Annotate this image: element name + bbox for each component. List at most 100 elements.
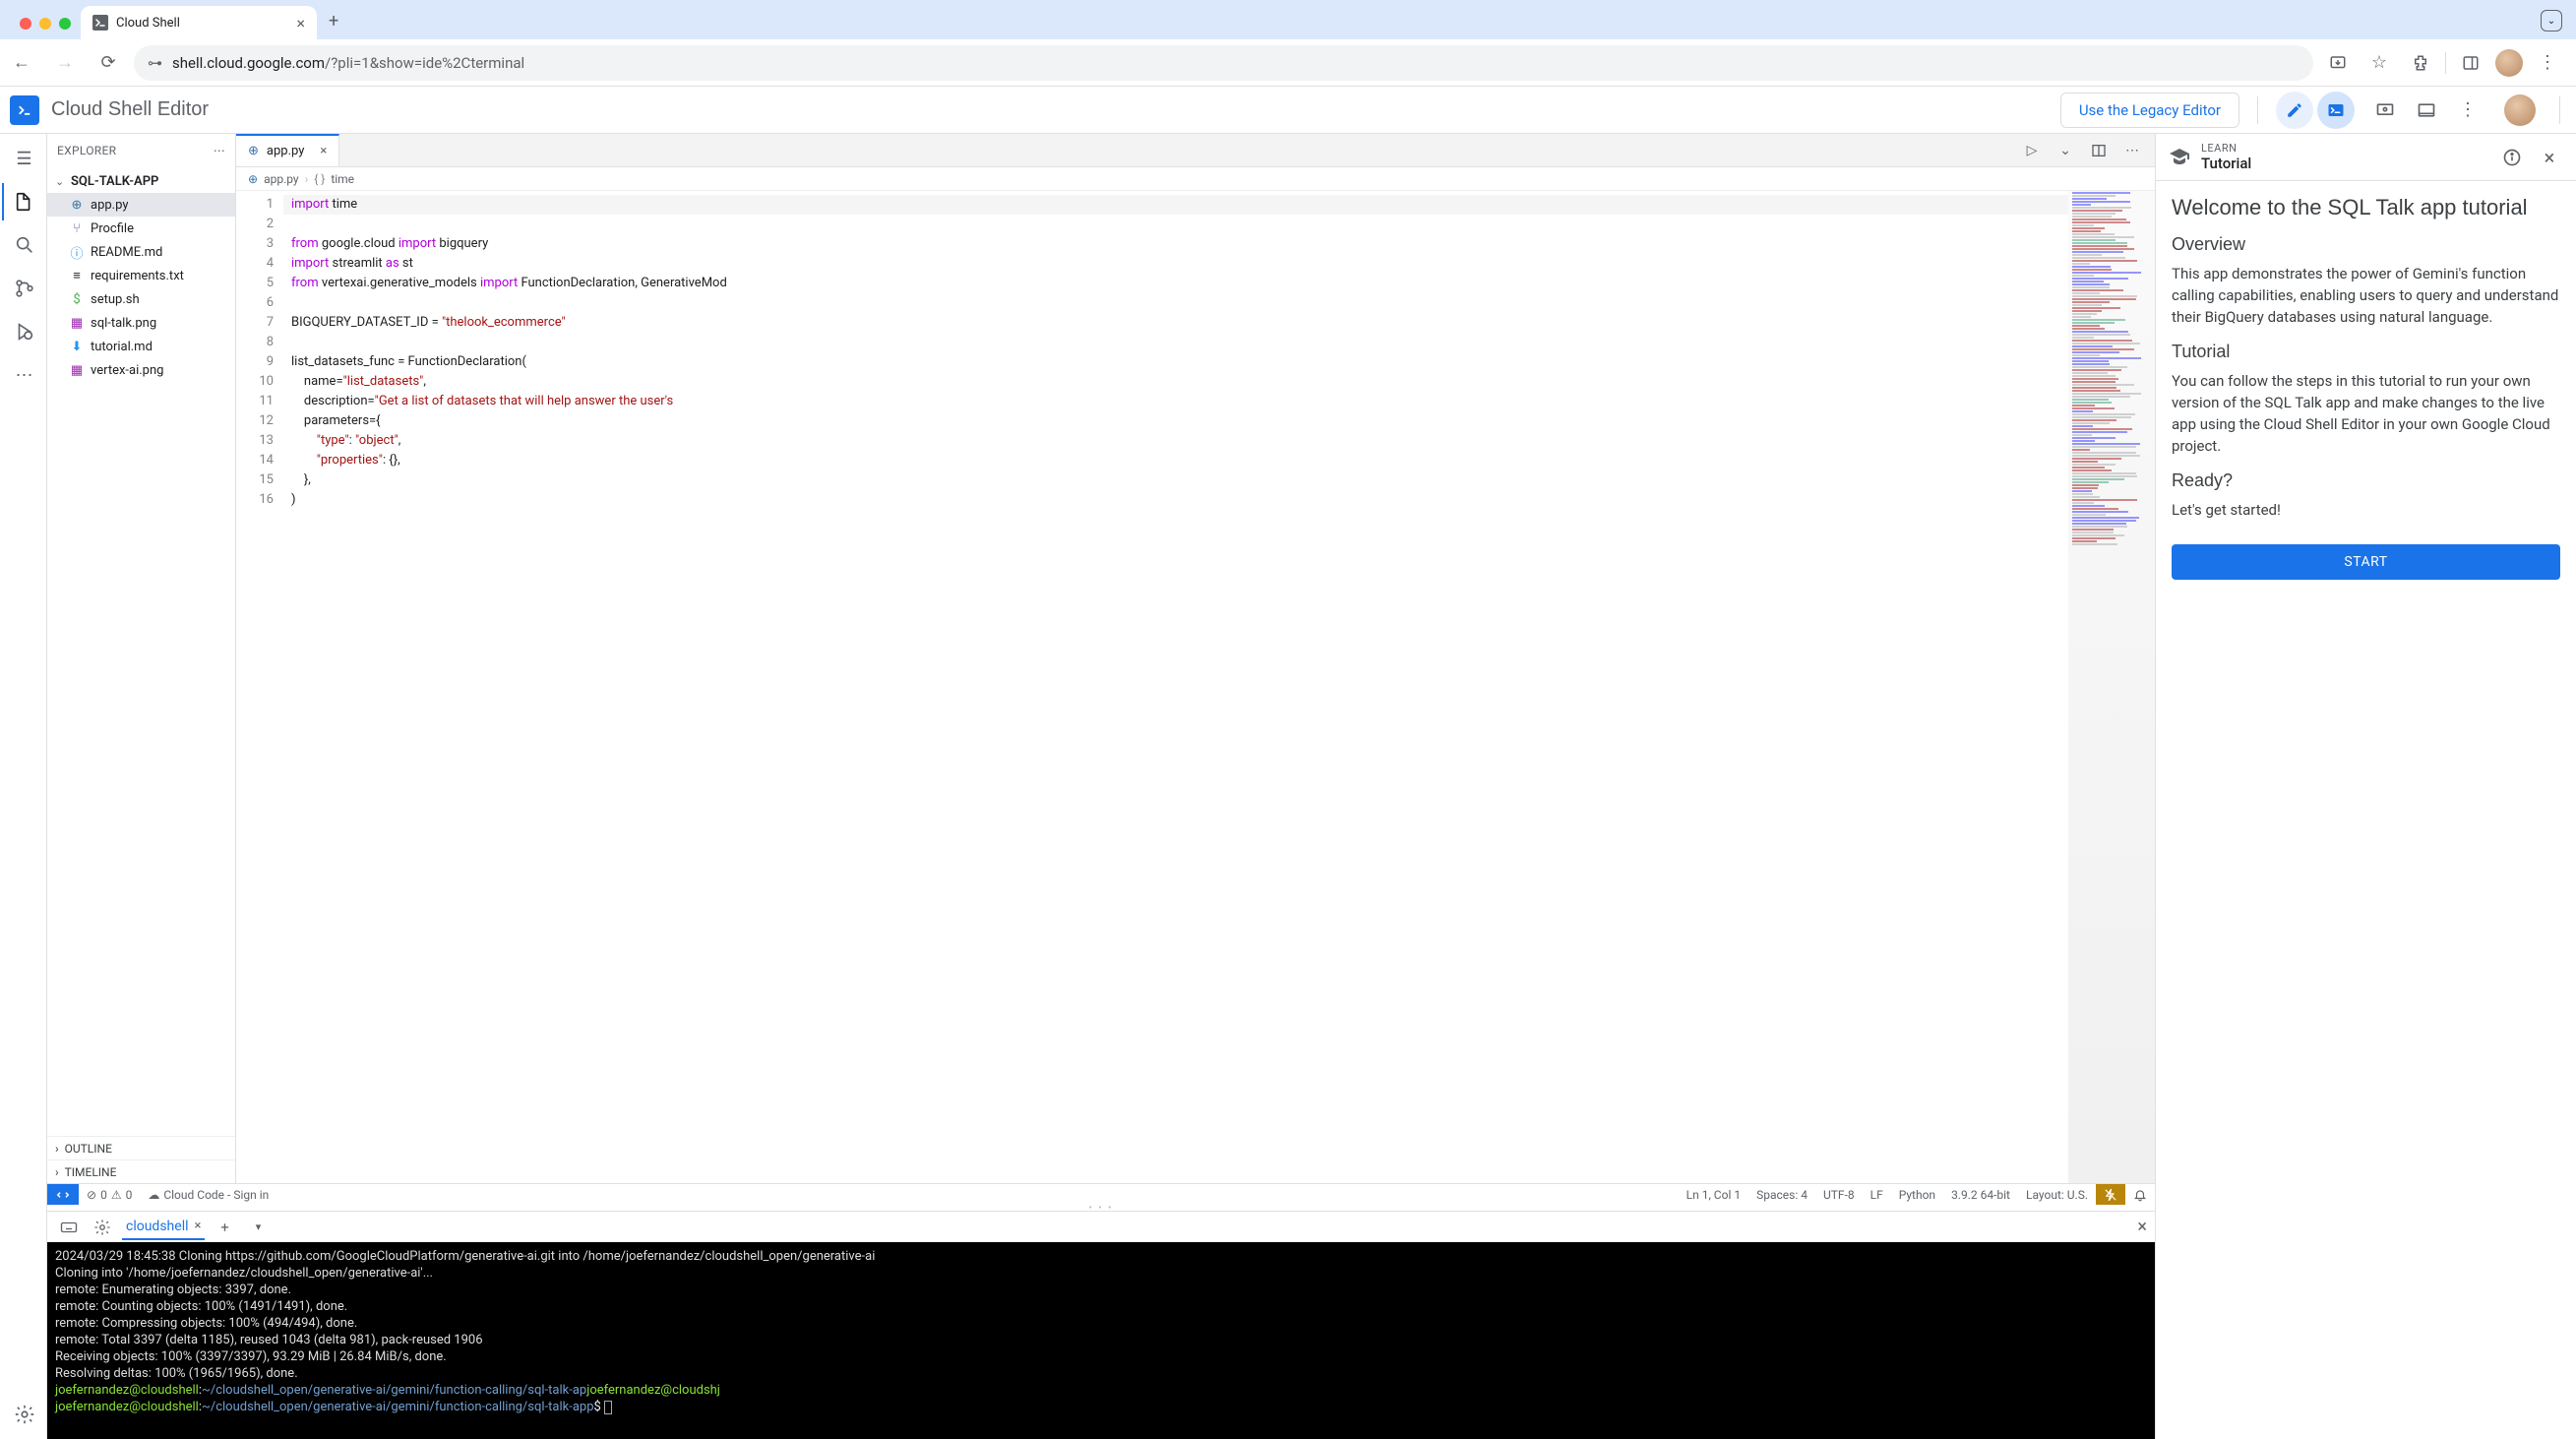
terminal-dropdown-icon[interactable]: ▾ [244,1214,272,1241]
cursor-position[interactable]: Ln 1, Col 1 [1679,1184,1748,1205]
tab-overflow-button[interactable]: ⌄ [2541,10,2562,31]
interpreter-status[interactable]: 3.9.2 64-bit [1943,1184,2018,1205]
minimap[interactable] [2068,191,2155,1183]
open-in-new-window-icon[interactable] [2408,92,2445,129]
keyboard-layout-status[interactable]: Layout: U.S. [2018,1184,2096,1205]
run-file-icon[interactable]: ▷ [2019,138,2045,163]
search-icon[interactable] [2,226,45,264]
web-preview-icon[interactable] [2366,92,2404,129]
project-root[interactable]: ⌄ SQL-TALK-APP [47,169,235,193]
add-terminal-icon[interactable]: + [211,1214,238,1241]
eol-status[interactable]: LF [1863,1184,1891,1205]
problems-status[interactable]: ⊘0 ⚠0 [79,1184,140,1205]
explorer-icon[interactable] [2,183,45,220]
minimize-window-icon[interactable] [39,18,51,30]
activity-bar: ☰ ⋯ [0,134,47,1439]
file-item[interactable]: ⑂Procfile [47,217,235,240]
python-file-icon: ⊕ [248,144,259,158]
close-panel-icon[interactable]: × [2137,1217,2147,1237]
no-flash-icon[interactable] [2096,1184,2125,1205]
open-editor-icon[interactable] [2276,92,2313,129]
timeline-section[interactable]: ›TIMELINE [47,1159,235,1183]
file-item[interactable]: ▦vertex-ai.png [47,358,235,382]
window-controls [10,18,81,39]
back-button[interactable]: ← [4,45,39,81]
terminal-tab[interactable]: cloudshell × [122,1215,205,1240]
explorer-title: EXPLORER [57,144,116,157]
cloud-code-status[interactable]: ☁Cloud Code - Sign in [140,1184,276,1205]
file-name: README.md [91,245,162,260]
file-name: app.py [91,198,128,213]
source-control-icon[interactable] [2,270,45,307]
file-icon: ▦ [69,363,85,378]
file-icon: ⬇ [69,340,85,354]
file-item[interactable]: ▦sql-talk.png [47,311,235,335]
info-icon[interactable] [2497,143,2527,172]
error-icon: ⊘ [87,1188,96,1202]
symbol-icon: { } [314,172,325,186]
site-info-icon[interactable]: ⊶ [148,54,162,72]
run-debug-icon[interactable] [2,313,45,350]
tutorial-heading: Welcome to the SQL Talk app tutorial [2172,195,2560,220]
close-window-icon[interactable] [20,18,31,30]
close-tab-icon[interactable]: × [296,14,305,32]
file-item[interactable]: ≡requirements.txt [47,264,235,287]
close-terminal-tab-icon[interactable]: × [195,1219,202,1233]
reload-button[interactable]: ⟳ [91,45,126,81]
tutorial-panel: LEARN Tutorial × Welcome to the SQL Talk… [2155,134,2576,1439]
keyboard-icon[interactable] [55,1214,83,1241]
terminal[interactable]: 2024/03/29 18:45:38 Cloning https://gith… [47,1242,2155,1439]
editor-tab[interactable]: ⊕ app.py × [236,134,339,166]
address-bar: ← → ⟳ ⊶ shell.cloud.google.com/?pli=1&sh… [0,39,2576,87]
more-menu-icon[interactable]: ⋮ [2449,92,2486,129]
file-name: setup.sh [91,292,140,307]
outline-section[interactable]: ›OUTLINE [47,1136,235,1159]
file-name: requirements.txt [91,269,184,283]
maximize-window-icon[interactable] [59,18,71,30]
encoding-status[interactable]: UTF-8 [1815,1184,1863,1205]
browser-menu-icon[interactable]: ⋮ [2531,46,2564,80]
terminal-settings-icon[interactable] [89,1214,116,1241]
more-views-icon[interactable]: ⋯ [2,356,45,394]
run-dropdown-icon[interactable]: ⌄ [2053,138,2078,163]
ready-heading: Ready? [2172,470,2560,491]
bookmark-icon[interactable]: ☆ [2362,46,2396,80]
editor-more-icon[interactable]: ⋯ [2119,138,2145,163]
menu-icon[interactable]: ☰ [2,140,45,177]
close-panel-icon[interactable]: × [2535,143,2564,172]
indent-status[interactable]: Spaces: 4 [1748,1184,1815,1205]
start-button[interactable]: START [2172,544,2560,580]
close-editor-tab-icon[interactable]: × [320,144,327,158]
overview-heading: Overview [2172,234,2560,255]
browser-tab[interactable]: Cloud Shell × [81,6,317,39]
app-header: Cloud Shell Editor Use the Legacy Editor [0,87,2576,134]
breadcrumb[interactable]: ⊕ app.py › { } time [236,167,2155,191]
file-item[interactable]: ⓘREADME.md [47,240,235,264]
code-editor[interactable]: import timefrom google.cloud import bigq… [283,191,2068,1183]
explorer-more-icon[interactable]: ⋯ [214,144,225,157]
use-legacy-editor-button[interactable]: Use the Legacy Editor [2060,93,2239,128]
install-app-icon[interactable] [2321,46,2355,80]
learn-icon [2168,146,2191,169]
forward-button[interactable]: → [47,45,83,81]
file-item[interactable]: ⬇tutorial.md [47,335,235,358]
user-avatar[interactable] [2504,94,2536,126]
url-path: /?pli=1&show=ide%2Cterminal [325,54,524,72]
separator [2445,52,2446,74]
remote-indicator-icon[interactable] [47,1184,79,1205]
language-status[interactable]: Python [1891,1184,1943,1205]
profile-avatar[interactable] [2495,49,2523,77]
app-title: Cloud Shell Editor [51,98,209,121]
new-tab-button[interactable]: + [317,11,350,39]
url-input[interactable]: ⊶ shell.cloud.google.com/?pli=1&show=ide… [134,45,2313,81]
split-editor-icon[interactable] [2086,138,2112,163]
file-item[interactable]: ⊕app.py [47,193,235,217]
file-item[interactable]: $ setup.sh [47,287,235,311]
settings-gear-icon[interactable] [2,1396,45,1433]
separator [2559,96,2560,124]
file-icon: $ [69,292,85,307]
notifications-icon[interactable] [2125,1184,2155,1205]
extensions-icon[interactable] [2404,46,2437,80]
open-terminal-icon[interactable] [2317,92,2355,129]
side-panel-icon[interactable] [2454,46,2487,80]
